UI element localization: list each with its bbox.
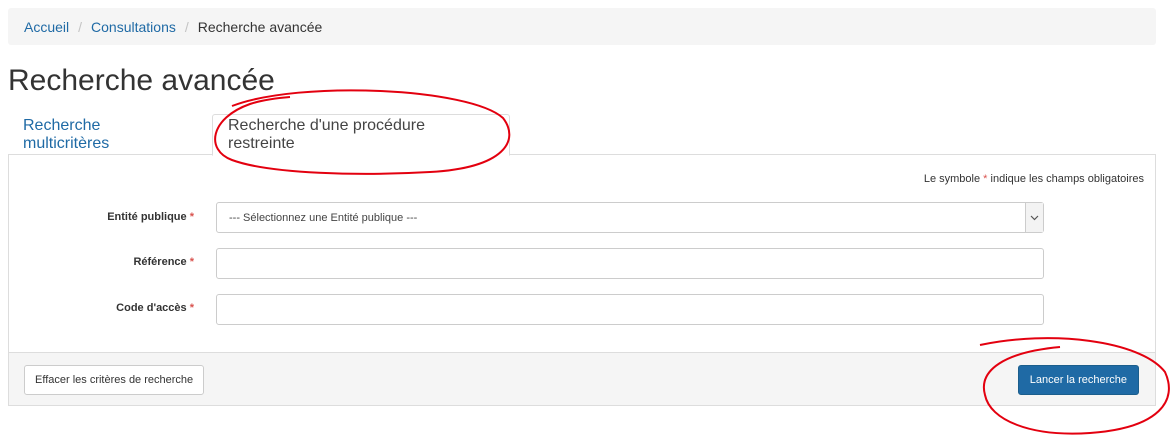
mandatory-fields-note: Le symbole * indique les champs obligato… <box>924 173 1144 185</box>
launch-search-button[interactable]: Lancer la recherche <box>1017 365 1139 395</box>
mandatory-note-prefix: Le symbole <box>923 173 981 185</box>
code-acces-label-text: Code d'accès <box>116 302 187 314</box>
entite-publique-label-text: Entité publique <box>107 211 187 223</box>
entite-publique-label: Entité publique * <box>107 211 194 223</box>
required-marker: * <box>983 173 988 185</box>
tab-procedure-restreinte[interactable]: Recherche d'une procédure restreinte <box>212 114 510 156</box>
breadcrumb-link-consultations[interactable]: Consultations <box>91 19 176 35</box>
code-acces-input[interactable] <box>216 294 1044 325</box>
clear-criteria-button[interactable]: Effacer les critères de recherche <box>24 365 205 395</box>
breadcrumb-separator: / <box>78 18 83 35</box>
page-title: Recherche avancée <box>8 64 275 97</box>
reference-label-text: Référence <box>133 256 187 268</box>
reference-label: Référence * <box>133 256 194 268</box>
entite-publique-select-value[interactable]: --- Sélectionnez une Entité publique --- <box>216 202 1044 233</box>
form-footer: Effacer les critères de recherche Lancer… <box>9 352 1155 405</box>
required-marker: * <box>189 211 194 223</box>
required-marker: * <box>189 302 194 314</box>
reference-input[interactable] <box>216 248 1044 279</box>
breadcrumb-link-accueil[interactable]: Accueil <box>24 19 69 35</box>
search-form-panel: Le symbole * indique les champs obligato… <box>8 154 1156 406</box>
tab-recherche-multicriteres[interactable]: Recherche multicritères <box>8 114 206 155</box>
breadcrumb: Accueil / Consultations / Recherche avan… <box>8 8 1156 45</box>
chevron-down-icon[interactable] <box>1025 203 1043 232</box>
code-acces-label: Code d'accès * <box>116 302 194 314</box>
mandatory-note-suffix: indique les champs obligatoires <box>990 173 1144 185</box>
entite-publique-select[interactable]: --- Sélectionnez une Entité publique --- <box>216 202 1044 233</box>
breadcrumb-current: Recherche avancée <box>197 18 323 35</box>
breadcrumb-separator: / <box>184 18 189 35</box>
tab-bar: Recherche multicritères Recherche d'une … <box>8 114 1156 156</box>
required-marker: * <box>189 256 194 268</box>
